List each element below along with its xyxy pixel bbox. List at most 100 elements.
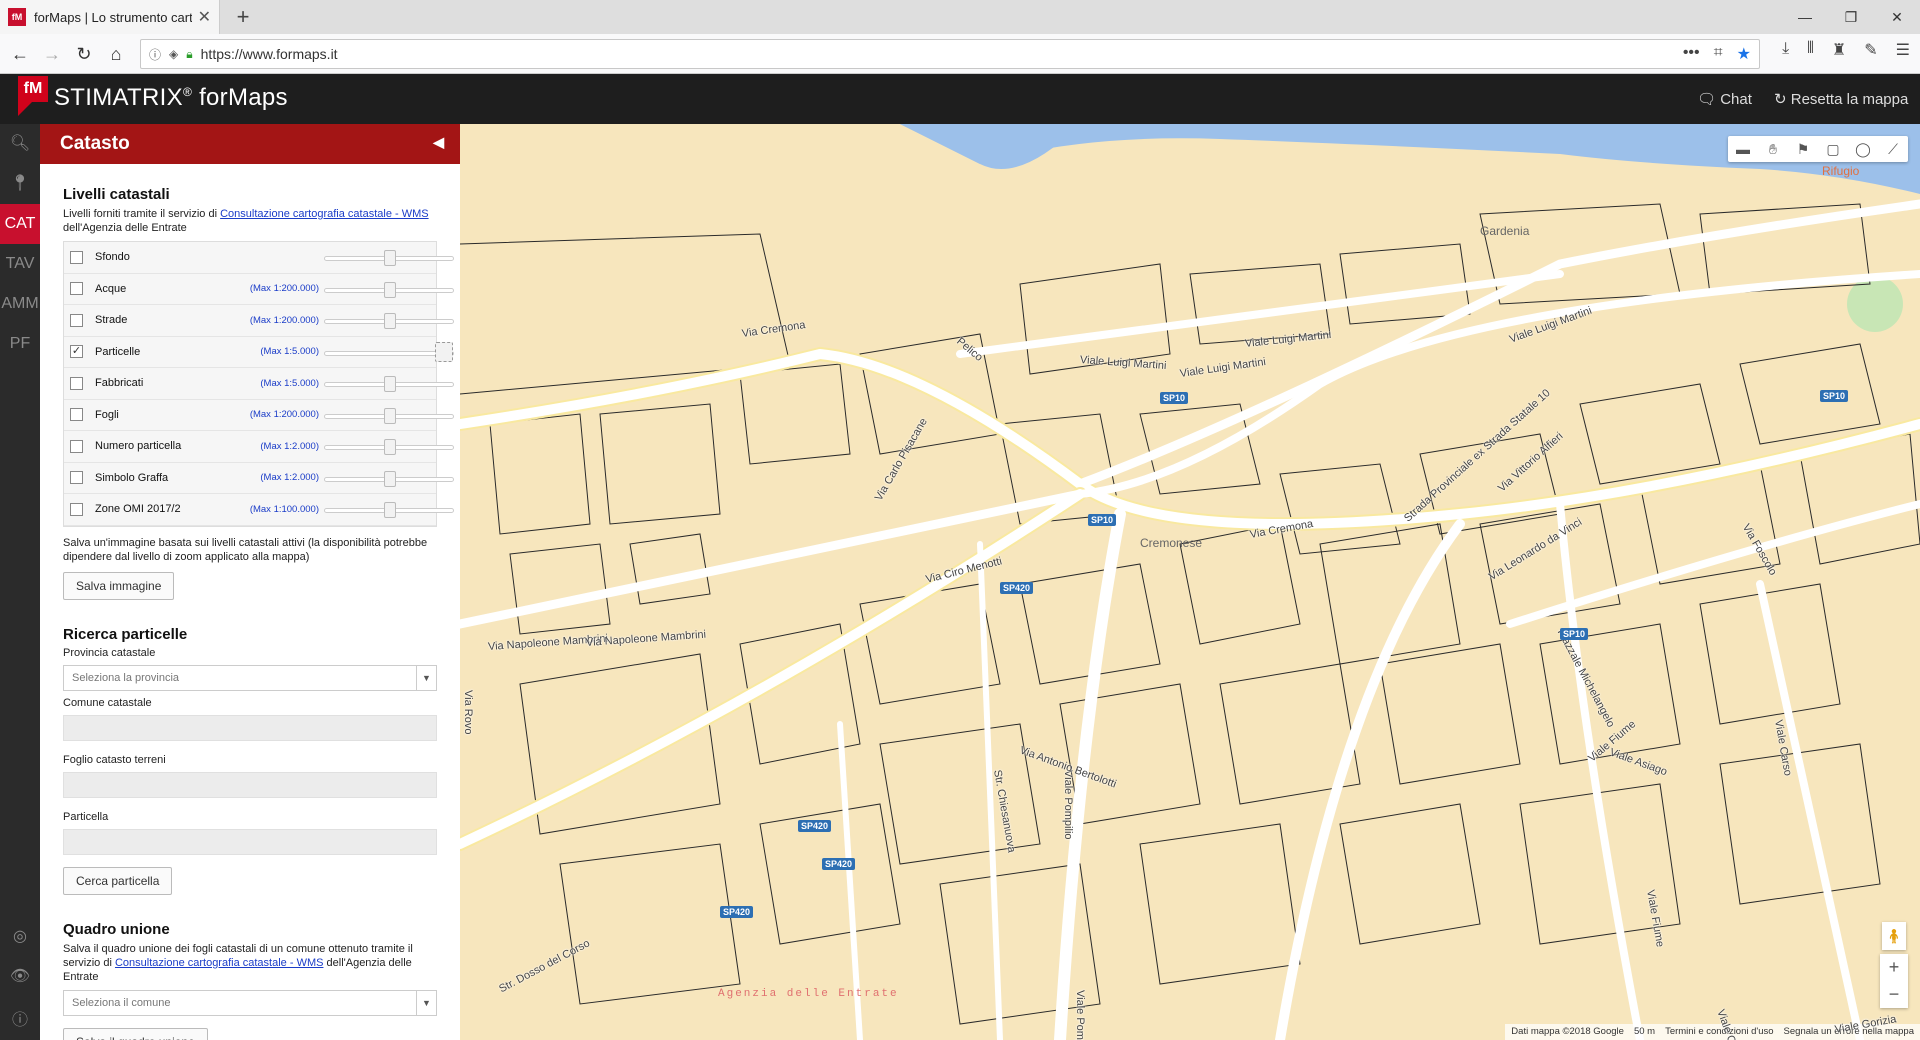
layer-checkbox[interactable]: ✓	[70, 345, 83, 359]
search-icon[interactable]: 🔍︎	[0, 124, 40, 164]
hand-icon[interactable]: ✋︎	[1758, 136, 1788, 162]
formaps-logo[interactable]: fM	[18, 76, 48, 122]
layer-row[interactable]: Fogli (Max 1:200.000)	[64, 399, 454, 431]
map-canvas[interactable]: ▬ ✋︎ ⚑ ▢ ◯ ⟋ 🧍︎ + − Dati mappa ©2018 Goo…	[460, 124, 1920, 1040]
shield-icon[interactable]: ◈	[169, 47, 178, 61]
info-icon[interactable]: ⓘ	[0, 1006, 40, 1030]
layer-row[interactable]: Sfondo	[64, 242, 454, 274]
opacity-slider-handle[interactable]	[384, 281, 396, 298]
reload-icon[interactable]: ↻	[70, 40, 98, 68]
layer-checkbox[interactable]	[70, 376, 83, 390]
opacity-slider-handle[interactable]	[384, 250, 396, 266]
layer-row[interactable]: Numero particella (Max 1:2.000)	[64, 431, 454, 463]
bookmark-star-icon[interactable]: ★	[1737, 44, 1751, 64]
screenshot-icon[interactable]: ⌗	[1714, 44, 1723, 64]
layer-checkbox[interactable]	[70, 502, 83, 516]
streetview-pegman-icon[interactable]: 🧍︎	[1882, 922, 1906, 950]
target-icon[interactable]: ◎	[0, 926, 40, 946]
foglio-input[interactable]	[63, 771, 437, 798]
layer-row[interactable]: Strade (Max 1:200.000)	[64, 305, 454, 337]
opacity-slider-handle[interactable]	[384, 502, 396, 518]
layer-checkbox[interactable]	[70, 250, 83, 264]
comune-placeholder: Seleziona il comune	[72, 996, 171, 1009]
search-particella-button[interactable]: Cerca particella	[63, 866, 173, 895]
layer-checkbox[interactable]	[70, 282, 83, 296]
menu-icon[interactable]: ☰	[1896, 40, 1910, 60]
rail-item-tav[interactable]: TAV	[0, 244, 40, 284]
tools-icon[interactable]: ✎	[1864, 40, 1877, 60]
library-icon[interactable]: ⫴	[1807, 40, 1814, 60]
rail-item-pf[interactable]: PF	[0, 324, 40, 364]
layer-row[interactable]: Zone OMI 2017/2 (Max 1:100.000)	[64, 494, 454, 526]
layer-checkbox[interactable]	[70, 471, 83, 485]
particella-input[interactable]	[63, 828, 437, 855]
restore-icon[interactable]: ❐	[1828, 0, 1874, 34]
forward-icon[interactable]: →	[38, 40, 66, 68]
marker-icon[interactable]: ⚑	[1788, 136, 1818, 162]
zoom-control: + −	[1880, 954, 1908, 1008]
reset-map-button[interactable]: ↻ Resetta la mappa	[1774, 90, 1908, 108]
park-area	[1847, 276, 1903, 332]
save-image-button[interactable]: Salva immagine	[63, 571, 175, 600]
particella-label: Particella	[63, 810, 109, 823]
layer-row[interactable]: Fabbricati (Max 1:5.000)	[64, 368, 454, 400]
minimize-icon[interactable]: —	[1782, 0, 1828, 34]
layer-row[interactable]: Acque (Max 1:200.000)	[64, 273, 454, 305]
back-icon[interactable]: ←	[6, 40, 34, 68]
roads	[460, 199, 1920, 1040]
layer-checkbox[interactable]	[70, 408, 83, 422]
address-bar[interactable]: ⓘ ◈ 🔒︎ https://www.formaps.it ••• ⌗ ★	[140, 39, 1760, 69]
lock-icon[interactable]: 🔒︎	[186, 47, 192, 62]
ruler-icon[interactable]: ▬	[1728, 136, 1758, 162]
map-toolbar: ▬ ✋︎ ⚑ ▢ ◯ ⟋	[1728, 136, 1908, 162]
panel-title: Catasto	[60, 133, 130, 154]
rail-item-amm[interactable]: AMM	[0, 284, 40, 324]
layer-max-scale: (Max 1:2.000)	[260, 440, 319, 452]
eye-icon[interactable]: 👁︎	[0, 966, 40, 986]
tab-close-icon[interactable]: ✕	[198, 7, 211, 27]
rectangle-icon[interactable]: ▢	[1818, 136, 1848, 162]
map-svg	[460, 124, 1920, 1040]
opacity-slider-handle[interactable]	[384, 376, 396, 392]
opacity-slider-handle[interactable]	[384, 439, 396, 455]
opacity-slider-handle[interactable]	[384, 470, 396, 487]
layer-row[interactable]: Simbolo Graffa (Max 1:2.000)	[64, 462, 454, 494]
polyline-icon[interactable]: ⟋	[1878, 136, 1908, 162]
layer-checkbox[interactable]	[70, 313, 83, 327]
location-pin-icon[interactable]: 📍︎	[0, 164, 40, 204]
download-icon[interactable]: ⤓	[1782, 40, 1789, 60]
opacity-slider-handle[interactable]	[435, 341, 453, 362]
rail-item-cat[interactable]: CAT	[0, 204, 40, 244]
chevron-down-icon: ▼	[416, 665, 436, 690]
circle-icon[interactable]: ◯	[1848, 136, 1878, 162]
opacity-slider-handle[interactable]	[384, 407, 396, 424]
zoom-in-icon[interactable]: +	[1880, 954, 1908, 981]
reset-label: Resetta la mappa	[1790, 91, 1909, 108]
provincia-select[interactable]: Seleziona la provincia ▼	[63, 664, 437, 691]
chevron-down-icon: ▼	[416, 990, 436, 1015]
opacity-slider-handle[interactable]	[384, 313, 396, 329]
close-window-icon[interactable]: ✕	[1874, 0, 1920, 34]
layer-row[interactable]: ✓ Particelle (Max 1:5.000)	[64, 336, 454, 368]
wms-link[interactable]: Consultazione cartografia catastale - WM…	[220, 208, 428, 220]
new-tab-icon[interactable]: +	[230, 4, 256, 30]
layer-name: Fabbricati	[95, 377, 144, 390]
layer-checkbox[interactable]	[70, 439, 83, 453]
comune-select[interactable]: Seleziona il comune ▼	[63, 989, 437, 1016]
zoom-out-icon[interactable]: −	[1880, 981, 1908, 1008]
url-text[interactable]: https://www.formaps.it	[201, 46, 338, 62]
levels-title: Livelli catastali	[63, 186, 170, 203]
collapse-panel-icon[interactable]: ◀	[433, 134, 444, 151]
save-quadro-button[interactable]: Salva il quadro unione	[63, 1027, 208, 1040]
quadro-wms-link[interactable]: Consultazione cartografia catastale - WM…	[115, 957, 323, 969]
info-icon[interactable]: ⓘ	[149, 46, 161, 63]
browser-tab[interactable]: fM forMaps | Lo strumento cartog ✕	[0, 0, 220, 34]
quadro-title: Quadro unione	[63, 920, 170, 938]
chat-button[interactable]: 🗨︎ Chat	[1697, 90, 1752, 108]
road-badge: SP420	[822, 858, 856, 870]
left-rail: 🔍︎ 📍︎ CAT TAV AMM PF ◎ 👁︎ ⓘ	[0, 124, 40, 1040]
more-icon[interactable]: •••	[1683, 44, 1700, 64]
home-icon[interactable]: ⌂	[102, 40, 130, 68]
pocket-icon[interactable]: ♜	[1832, 40, 1846, 60]
comune-input[interactable]	[63, 714, 437, 741]
